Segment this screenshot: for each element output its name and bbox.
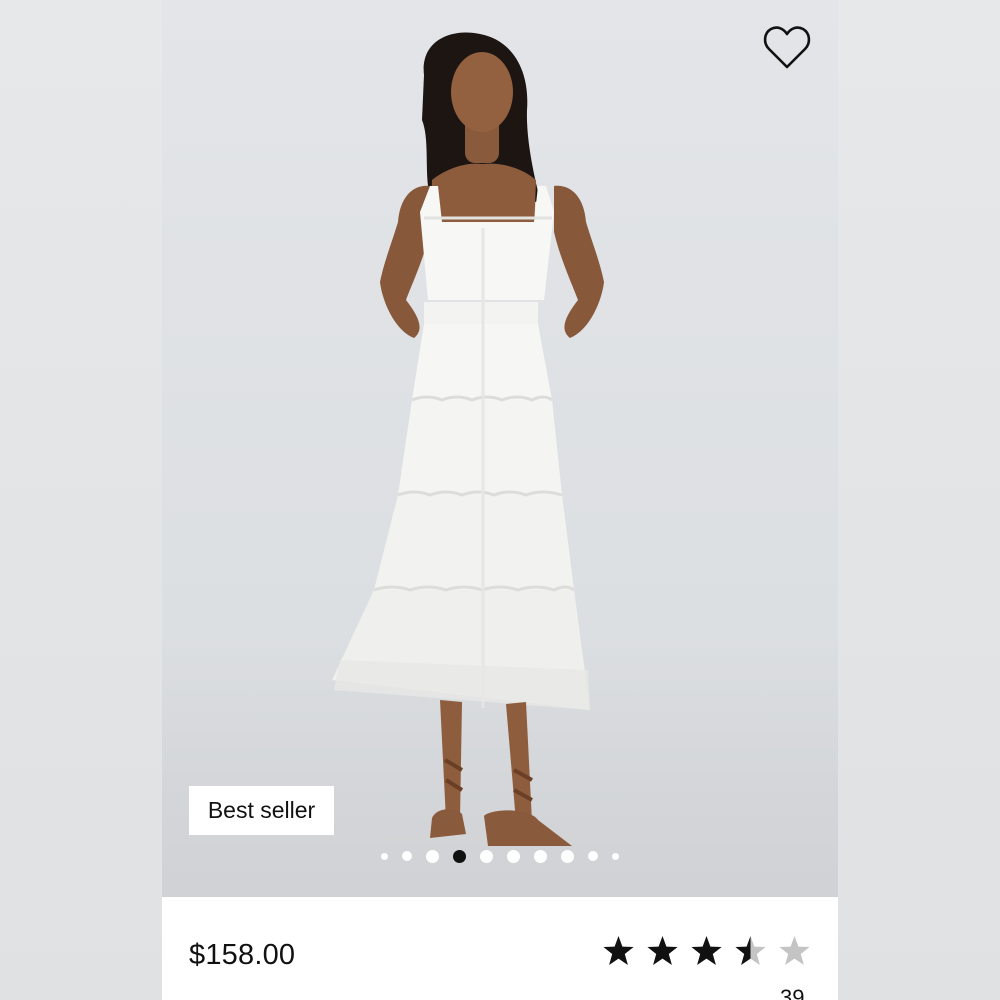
gallery-dot[interactable] <box>402 851 412 861</box>
gallery-dot[interactable] <box>426 849 439 863</box>
best-seller-badge: Best seller <box>189 786 334 835</box>
gallery-dot[interactable] <box>588 851 598 861</box>
product-card: Best seller $158.00 39 <box>162 0 838 1000</box>
product-price: $158.00 <box>189 939 296 971</box>
rating-stars[interactable] <box>602 935 811 967</box>
star-icon <box>647 936 678 965</box>
gallery-dot[interactable] <box>534 849 547 863</box>
gallery-dot[interactable] <box>507 849 520 863</box>
gallery-dot[interactable] <box>480 849 493 863</box>
product-info: $158.00 39 <box>162 897 838 1000</box>
heart-outline-icon <box>763 26 811 69</box>
star-icon <box>779 936 810 965</box>
product-image-gallery[interactable]: Best seller <box>162 0 838 897</box>
gallery-dot[interactable] <box>612 852 619 860</box>
favorite-button[interactable] <box>762 24 812 72</box>
screen: Best seller $158.00 39 <box>0 0 1000 1000</box>
product-photo <box>332 32 604 846</box>
star-icon <box>603 936 634 965</box>
gallery-dot[interactable] <box>561 849 574 863</box>
gallery-dot[interactable] <box>381 852 388 860</box>
gallery-dot[interactable] <box>453 849 466 863</box>
star-icon <box>735 936 766 965</box>
star-icon <box>691 936 722 965</box>
gallery-pagination <box>162 849 838 863</box>
review-count[interactable]: 39 <box>780 985 804 1000</box>
